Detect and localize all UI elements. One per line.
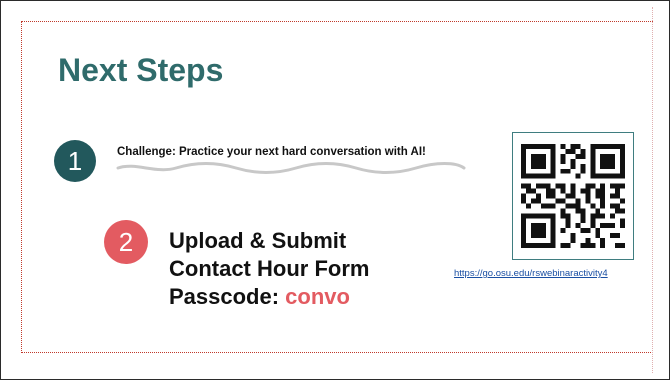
step-2-text: Upload & Submit Contact Hour Form Passco… xyxy=(169,227,369,311)
step-2-line-2: Contact Hour Form xyxy=(169,256,370,281)
step-2-number: 2 xyxy=(118,226,134,257)
step-2-passcode-line: Passcode: convo xyxy=(169,283,369,311)
slide-frame: Next Steps 1 Challenge: Practice your ne… xyxy=(0,0,670,380)
step-1-number: 1 xyxy=(67,145,83,176)
slide-canvas: Next Steps 1 Challenge: Practice your ne… xyxy=(21,21,653,353)
wavy-underline xyxy=(116,162,466,174)
qr-code-icon[interactable] xyxy=(512,132,634,260)
step-1-text: Challenge: Practice your next hard conve… xyxy=(117,146,426,158)
activity-link[interactable]: https://go.osu.edu/rswebinaractivity4 xyxy=(454,268,608,279)
slide-title: Next Steps xyxy=(58,52,224,88)
side-margin xyxy=(652,7,665,373)
step-2-line-1: Upload & Submit xyxy=(169,228,347,253)
passcode-value: convo xyxy=(285,284,350,309)
passcode-label: Passcode: xyxy=(169,284,286,309)
step-2-badge: 2 xyxy=(104,220,148,264)
qr-code-graphic xyxy=(521,144,625,248)
step-1-badge: 1 xyxy=(54,140,96,182)
